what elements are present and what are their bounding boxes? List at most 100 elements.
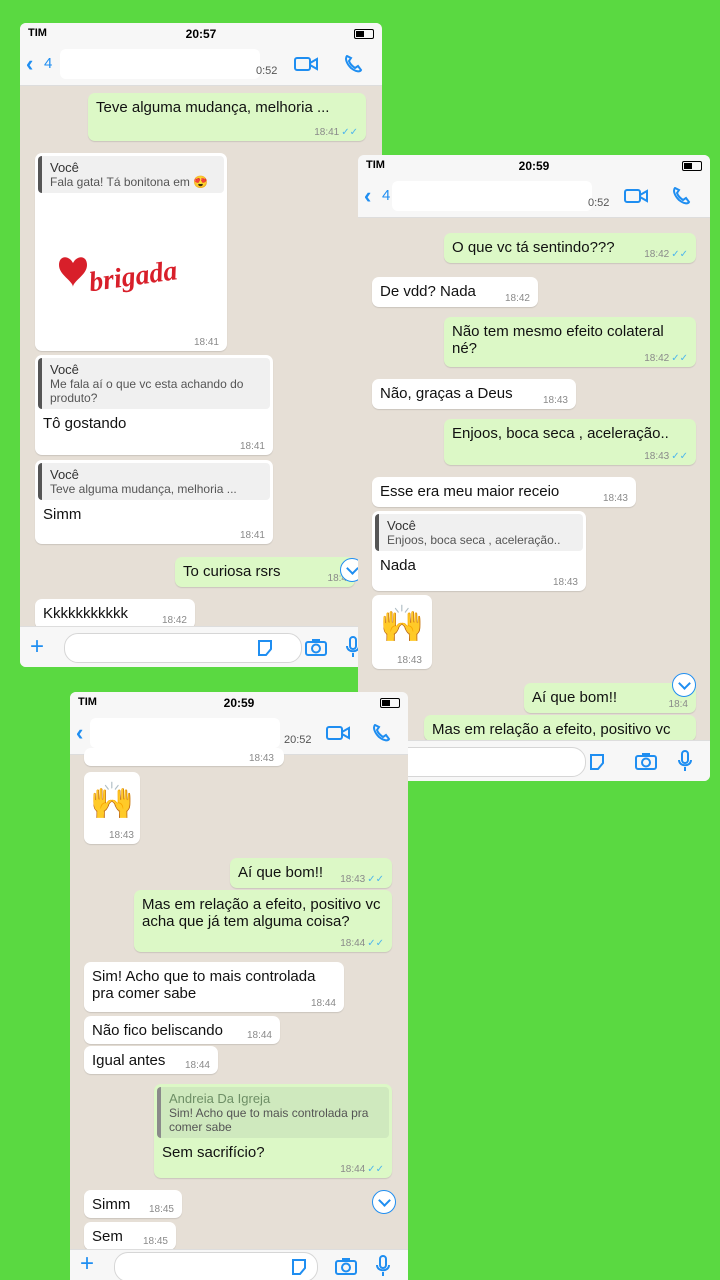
message-text: Nada — [380, 557, 416, 574]
quote-text: Me fala aí o que vc esta achando do prod… — [50, 377, 244, 405]
sticker-icon[interactable] — [588, 753, 606, 771]
quote-text: Teve alguma mudança, melhoria ... — [50, 482, 237, 496]
emoji-message[interactable]: 🙌 18:43 — [84, 772, 140, 844]
message-text: Sem sacrifício? — [162, 1144, 265, 1161]
video-call-icon[interactable] — [624, 187, 648, 205]
message-text: Mas em relação a efeito, positivo vc — [432, 721, 671, 738]
message-time: 18:44 — [184, 1060, 210, 1071]
message-time: 18:43 — [248, 753, 274, 764]
message-bubble[interactable]: Sem 18:45 — [84, 1222, 176, 1250]
message-time: 18:42 — [504, 293, 530, 304]
message-bubble[interactable]: Você Teve alguma mudança, melhoria ... S… — [35, 460, 273, 544]
last-seen: 0:52 — [588, 197, 610, 209]
message-bubble[interactable]: Aí que bom!! 18:43 ✓✓ — [230, 858, 392, 888]
camera-icon[interactable] — [334, 1256, 358, 1276]
status-bar: TIM 20:59 — [70, 692, 408, 714]
message-text: Aí que bom!! — [238, 864, 324, 881]
screenshot-2: TIM 20:59 ‹ 4 0:52 O que vc tá sentindo?… — [358, 155, 710, 781]
battery-icon — [380, 698, 400, 708]
message-bubble[interactable]: Não, graças a Deus 18:43 — [372, 379, 576, 409]
back-unread-count[interactable]: 4 — [44, 55, 52, 72]
quoted-message[interactable]: Você Me fala aí o que vc esta achando do… — [38, 358, 270, 409]
voice-call-icon[interactable] — [370, 724, 394, 742]
message-bubble[interactable]: Não fico beliscando 18:44 — [84, 1016, 280, 1044]
sticker-image[interactable]: brigada — [45, 233, 215, 303]
message-bubble[interactable]: Esse era meu maior receio 18:43 — [372, 477, 636, 507]
back-chevron-icon[interactable]: ‹ — [76, 720, 83, 746]
quote-text: Fala gata! Tá bonitona em 😍 — [50, 175, 209, 189]
message-time: 18:43 — [644, 451, 670, 462]
message-time: 18:41 — [239, 441, 265, 452]
last-seen: 20:52 — [284, 734, 312, 746]
message-bubble[interactable]: O que vc tá sentindo??? 18:42 ✓✓ — [444, 233, 696, 263]
video-call-icon[interactable] — [326, 724, 350, 742]
message-time: 18:44 — [340, 938, 366, 949]
camera-icon[interactable] — [304, 637, 328, 657]
message-text: Enjoos, boca seca , aceleração.. — [452, 425, 669, 442]
camera-icon[interactable] — [634, 751, 658, 771]
status-time: 20:59 — [223, 696, 255, 710]
back-chevron-icon[interactable]: ‹ — [26, 51, 33, 77]
message-text: Não, graças a Deus — [380, 385, 513, 402]
status-bar: TIM 20:59 — [358, 155, 710, 177]
message-time: 18:41 — [239, 530, 265, 541]
message-time: 18:4 — [668, 699, 688, 710]
quoted-message[interactable]: Você Teve alguma mudança, melhoria ... — [38, 463, 270, 500]
read-ticks-icon: ✓✓ — [367, 1164, 384, 1175]
status-time: 20:57 — [185, 27, 217, 41]
sticker-icon[interactable] — [256, 639, 274, 657]
quoted-message[interactable]: Você Fala gata! Tá bonitona em 😍 — [38, 156, 224, 193]
voice-call-icon[interactable] — [670, 187, 694, 205]
microphone-icon[interactable] — [678, 750, 692, 772]
microphone-icon[interactable] — [376, 1255, 390, 1277]
scroll-down-button[interactable] — [672, 673, 696, 697]
video-call-icon[interactable] — [294, 55, 318, 73]
message-text: Tô gostando — [43, 415, 127, 432]
redacted-contact-name — [60, 49, 260, 79]
message-time: 18:43 — [340, 874, 366, 885]
message-bubble[interactable]: To curiosa rsrs 18:4 — [175, 557, 355, 587]
quote-author: Andreia Da Igreja — [169, 1091, 271, 1106]
chat-header: ‹ 4 0:52 — [20, 45, 382, 86]
message-bubble-partial[interactable]: 18:43 — [84, 748, 284, 766]
chat-header: ‹ 4 0:52 — [358, 177, 710, 218]
message-bubble[interactable]: Andreia Da Igreja Sim! Acho que to mais … — [154, 1084, 392, 1178]
read-ticks-icon: ✓✓ — [367, 938, 384, 949]
battery-icon — [354, 29, 374, 39]
plus-icon[interactable]: + — [80, 1250, 94, 1278]
message-bubble[interactable]: Mas em relação a efeito, positivo vc ach… — [134, 890, 392, 952]
quoted-message[interactable]: Andreia Da Igreja Sim! Acho que to mais … — [157, 1087, 389, 1138]
status-bar: TIM 20:57 — [20, 23, 382, 45]
message-bubble[interactable]: Igual antes 18:44 — [84, 1046, 218, 1074]
message-text: Teve alguma mudança, melhoria ... — [96, 99, 330, 116]
message-input[interactable] — [114, 1252, 318, 1280]
message-bubble[interactable]: De vdd? Nada 18:42 — [372, 277, 538, 307]
redacted-contact-name — [392, 181, 592, 211]
message-time: 18:44 — [310, 998, 336, 1009]
message-bubble[interactable]: Simm 18:45 — [84, 1190, 182, 1218]
sticker-icon[interactable] — [290, 1258, 308, 1276]
message-bubble[interactable]: Kkkkkkkkkkk 18:42 — [35, 599, 195, 629]
plus-icon[interactable]: + — [30, 633, 44, 661]
message-bubble[interactable]: Você Enjoos, boca seca , aceleração.. Na… — [372, 511, 586, 591]
message-bubble[interactable]: Você Me fala aí o que vc esta achando do… — [35, 355, 273, 455]
emoji-message[interactable]: 🙌 18:43 — [372, 595, 432, 669]
message-bubble[interactable]: Enjoos, boca seca , aceleração.. 18:43 ✓✓ — [444, 419, 696, 465]
message-time: 18:45 — [142, 1236, 168, 1247]
message-bubble[interactable]: Você Fala gata! Tá bonitona em 😍 brigada… — [35, 153, 227, 351]
message-bubble[interactable]: Não tem mesmo efeito colateral né? 18:42… — [444, 317, 696, 367]
svg-text:brigada: brigada — [87, 255, 179, 298]
back-unread-count[interactable]: 4 — [382, 187, 390, 204]
message-bubble[interactable]: Teve alguma mudança, melhoria ... 18:41 ✓… — [88, 93, 366, 141]
quoted-message[interactable]: Você Enjoos, boca seca , aceleração.. — [375, 514, 583, 551]
message-text: Simm — [92, 1196, 131, 1213]
message-bubble[interactable]: Sim! Acho que to mais controlada pra com… — [84, 962, 344, 1012]
back-chevron-icon[interactable]: ‹ — [364, 183, 371, 209]
message-text: Sem — [92, 1228, 123, 1245]
message-input-bar: + — [70, 1249, 408, 1280]
message-time: 18:43 — [552, 577, 578, 588]
message-bubble[interactable]: Mas em relação a efeito, positivo vc — [424, 715, 696, 741]
scroll-down-button[interactable] — [372, 1190, 396, 1214]
voice-call-icon[interactable] — [342, 55, 366, 73]
message-bubble[interactable]: Aí que bom!! 18:4 — [524, 683, 696, 713]
